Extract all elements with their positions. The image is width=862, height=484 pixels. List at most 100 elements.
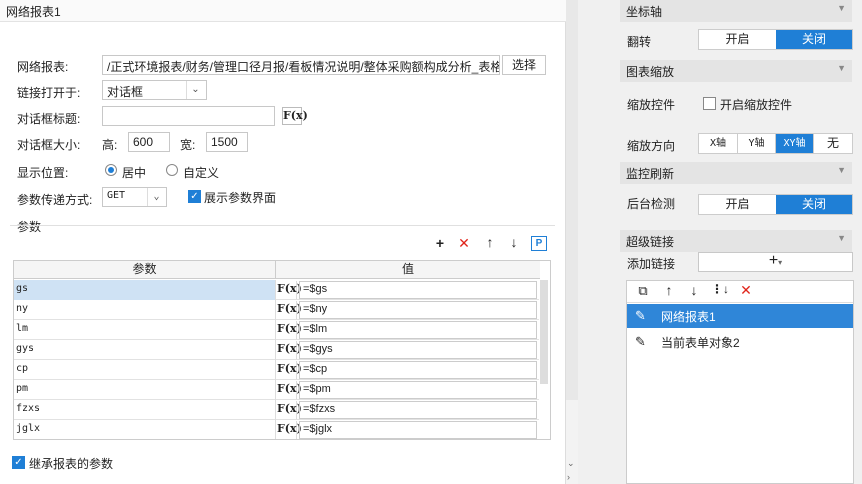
open-in-label: 链接打开于: <box>17 86 81 100</box>
param-value[interactable]: =$fzxs <box>299 401 537 419</box>
formula-icon[interactable]: F(x) <box>277 361 302 379</box>
param-template-icon[interactable]: P <box>531 236 547 251</box>
move-up-icon[interactable]: ↑ <box>661 282 677 298</box>
position-center-label: 居中 <box>122 166 147 180</box>
add-icon: + <box>768 252 779 269</box>
chevron-down-icon[interactable]: ⌄ <box>567 458 575 469</box>
zoom-control-checkbox[interactable] <box>703 97 716 110</box>
add-icon[interactable]: + <box>432 235 448 251</box>
position-label: 显示位置: <box>17 166 69 180</box>
height-input[interactable]: 600 <box>128 132 170 152</box>
param-value[interactable]: =$cp <box>299 361 537 379</box>
move-up-icon[interactable]: ↑ <box>482 234 498 250</box>
zoom-dir-y[interactable]: Y轴 <box>738 134 776 153</box>
zoom-control-checkbox-label: 开启缩放控件 <box>720 98 793 112</box>
move-down-icon[interactable]: ↓ <box>686 282 702 298</box>
param-value[interactable]: =$pm <box>299 381 537 399</box>
sort-icon[interactable]: ⋮↓ <box>711 282 729 296</box>
hyperlink-section-header[interactable]: 超级链接 ▼ <box>620 230 852 252</box>
table-row[interactable]: jglx F(x) =$jglx <box>14 420 539 439</box>
chevron-right-icon[interactable]: › <box>567 472 570 482</box>
zoom-dir-xy[interactable]: XY轴 <box>776 134 814 153</box>
bg-on-option[interactable]: 开启 <box>699 195 776 214</box>
axis-section-header[interactable]: 坐标轴 ▼ <box>620 0 852 22</box>
formula-icon[interactable]: F(x) <box>277 401 302 419</box>
list-item[interactable]: ✎ 网络报表1 <box>627 304 853 328</box>
divider <box>10 225 555 226</box>
bg-check-toggle: 开启 关闭 <box>698 194 853 215</box>
table-scrollbar[interactable] <box>540 280 548 384</box>
section-title: 坐标轴 <box>626 5 663 19</box>
table-row[interactable]: gs F(x) =$gs <box>14 280 539 300</box>
flip-label: 翻转 <box>627 35 652 49</box>
param-name[interactable]: gys <box>14 340 276 360</box>
param-name[interactable]: cp <box>14 360 276 380</box>
table-row[interactable]: fzxs F(x) =$fzxs <box>14 400 539 420</box>
delete-icon[interactable]: ✕ <box>738 282 754 299</box>
flip-off-option[interactable]: 关闭 <box>776 30 852 49</box>
param-value[interactable]: =$ny <box>299 301 537 319</box>
position-custom-radio[interactable] <box>166 164 178 176</box>
param-value[interactable]: =$gs <box>299 281 537 299</box>
formula-icon[interactable]: F(x) <box>282 107 308 125</box>
copy-icon[interactable]: ⧉ <box>635 283 651 299</box>
table-row[interactable]: ny F(x) =$ny <box>14 300 539 320</box>
param-col-header: 参数 <box>14 261 276 279</box>
params-group-label: 参数 <box>17 220 42 234</box>
move-down-icon[interactable]: ↓ <box>506 234 522 250</box>
chevron-down-icon: ▼ <box>837 3 846 13</box>
bg-off-option[interactable]: 关闭 <box>776 195 852 214</box>
monitor-section-header[interactable]: 监控刷新 ▼ <box>620 162 852 184</box>
dialog-title-input[interactable] <box>102 106 275 126</box>
formula-icon[interactable]: F(x) <box>277 301 302 319</box>
add-link-button[interactable]: +▾ <box>698 252 853 272</box>
param-method-label: 参数传递方式: <box>17 193 93 207</box>
position-custom-label: 自定义 <box>183 166 220 180</box>
dialog-size-label: 对话框大小: <box>17 138 81 152</box>
param-value[interactable]: =$lm <box>299 321 537 339</box>
param-method-select[interactable]: GET ⌄ <box>102 187 167 207</box>
formula-icon[interactable]: F(x) <box>277 421 302 439</box>
table-row[interactable]: lm F(x) =$lm <box>14 320 539 340</box>
bg-check-label: 后台检测 <box>627 197 676 211</box>
open-in-select[interactable]: 对话框 ⌄ <box>102 80 207 100</box>
zoom-direction-label: 缩放方向 <box>627 139 676 153</box>
add-link-label: 添加链接 <box>627 257 676 271</box>
zoom-dir-x[interactable]: X轴 <box>699 134 738 153</box>
formula-icon[interactable]: F(x) <box>277 281 302 299</box>
position-center-radio[interactable] <box>105 164 117 176</box>
section-title: 超级链接 <box>626 235 675 249</box>
report-path-input[interactable]: /正式环境报表/财务/管理口径月报/看板情况说明/整体采购额构成分析_表格 <box>102 55 500 75</box>
param-name[interactable]: lm <box>14 320 276 340</box>
param-name[interactable]: ny <box>14 300 276 320</box>
chevron-down-icon: ▼ <box>837 165 846 175</box>
flip-on-option[interactable]: 开启 <box>699 30 776 49</box>
table-row[interactable]: cp F(x) =$cp <box>14 360 539 380</box>
formula-icon[interactable]: F(x) <box>277 381 302 399</box>
width-input[interactable]: 1500 <box>206 132 248 152</box>
inherit-params-checkbox[interactable]: ✓ <box>12 456 25 469</box>
param-name[interactable]: fzxs <box>14 400 276 420</box>
params-table: 参数 值 gs F(x) =$gs ny F(x) =$ny lm F(x) =… <box>13 260 551 440</box>
param-name[interactable]: gs <box>14 280 276 300</box>
dialog-title-label: 对话框标题: <box>17 112 81 126</box>
formula-icon[interactable]: F(x) <box>277 321 302 339</box>
param-value[interactable]: =$gys <box>299 341 537 359</box>
table-row[interactable]: gys F(x) =$gys <box>14 340 539 360</box>
delete-icon[interactable]: ✕ <box>456 235 472 252</box>
dialog-scrollbar-thumb[interactable] <box>566 0 578 400</box>
param-name[interactable]: pm <box>14 380 276 400</box>
formula-icon[interactable]: F(x) <box>277 341 302 359</box>
select-button[interactable]: 选择 <box>502 55 546 75</box>
param-name[interactable]: jglx <box>14 420 276 439</box>
zoom-direction-segmented: X轴 Y轴 XY轴 无 <box>698 133 853 154</box>
chevron-down-icon: ⌄ <box>147 188 165 206</box>
link-label: 网络报表1 <box>661 310 716 324</box>
list-item[interactable]: ✎ 当前表单对象2 <box>627 330 853 354</box>
table-row[interactable]: pm F(x) =$pm <box>14 380 539 400</box>
zoom-section-header[interactable]: 图表缩放 ▼ <box>620 60 852 82</box>
zoom-dir-none[interactable]: 无 <box>814 134 852 153</box>
param-value[interactable]: =$jglx <box>299 421 537 439</box>
zoom-control-label: 缩放控件 <box>627 98 676 112</box>
show-params-checkbox[interactable]: ✓ <box>188 190 201 203</box>
